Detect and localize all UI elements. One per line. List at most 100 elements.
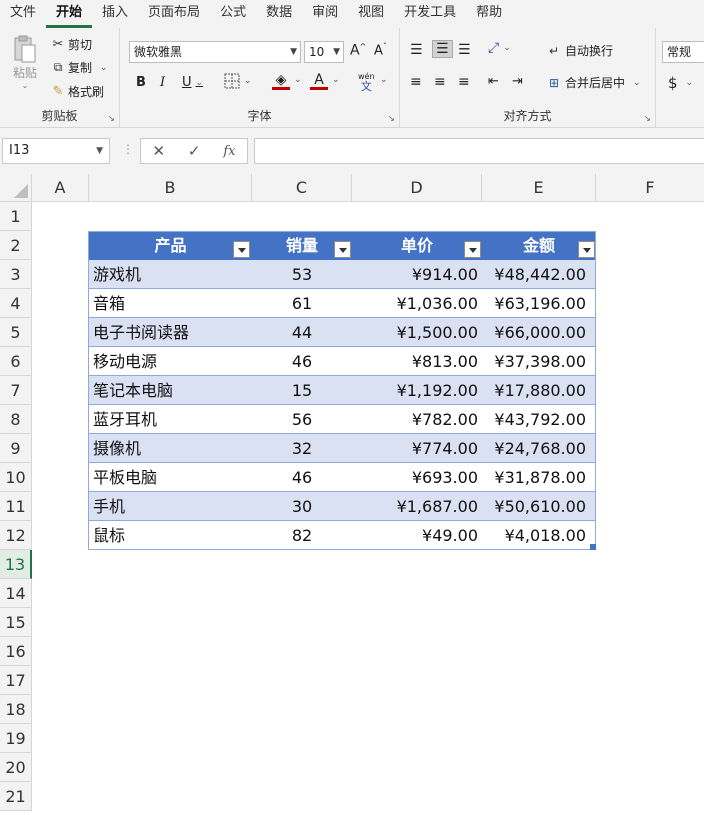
row-header-19[interactable]: 19 [0,724,32,753]
align-left-button[interactable]: ≡ [410,74,422,90]
table-cell[interactable]: 摄像机 [89,434,252,463]
align-top-button[interactable]: ☰ [410,42,423,58]
table-cell[interactable]: 平板电脑 [89,463,252,492]
column-header-b[interactable]: B [89,174,252,202]
increase-font-button[interactable]: A^ [350,42,366,59]
table-cell[interactable]: 游戏机 [89,260,252,289]
table-header-price[interactable]: 单价 [352,231,482,260]
table-cell[interactable]: ¥1,192.00 [352,376,482,405]
borders-dropdown-icon[interactable]: ⌄ [244,76,252,86]
align-center-button[interactable]: ≡ [434,74,446,90]
font-size-select[interactable]: 10 ▼ [304,41,344,63]
currency-dropdown-icon[interactable]: ⌄ [686,78,694,88]
filter-dropdown-icon[interactable] [578,241,595,258]
tab-file[interactable]: 文件 [0,0,46,28]
row-header-21[interactable]: 21 [0,782,32,811]
font-color-button[interactable]: A [310,72,328,90]
font-name-select[interactable]: 微软雅黑 ▼ [129,41,301,63]
row-header-16[interactable]: 16 [0,637,32,666]
increase-indent-button[interactable]: ⇥ [512,74,523,89]
table-cell[interactable]: ¥782.00 [352,405,482,434]
filter-dropdown-icon[interactable] [464,241,481,258]
table-cell[interactable]: ¥1,036.00 [352,289,482,318]
row-header-6[interactable]: 6 [0,347,32,376]
table-cell[interactable]: ¥1,500.00 [352,318,482,347]
row-header-3[interactable]: 3 [0,260,32,289]
alignment-launcher-icon[interactable]: ↘ [643,114,651,124]
table-cell[interactable]: ¥693.00 [352,463,482,492]
table-cell[interactable]: ¥37,398.00 [482,347,596,376]
table-resize-handle[interactable] [590,544,596,550]
table-cell[interactable]: 44 [252,318,352,347]
row-header-20[interactable]: 20 [0,753,32,782]
column-header-a[interactable]: A [32,174,89,202]
orientation-button[interactable]: ⤢ ⌄ [488,40,511,56]
table-cell[interactable]: 手机 [89,492,252,521]
row-header-14[interactable]: 14 [0,579,32,608]
row-header-17[interactable]: 17 [0,666,32,695]
row-header-8[interactable]: 8 [0,405,32,434]
select-all-button[interactable] [0,174,32,202]
table-cell[interactable]: ¥49.00 [352,521,482,550]
fill-color-button[interactable]: ◈ [272,72,290,90]
tab-page-layout[interactable]: 页面布局 [138,0,210,28]
table-cell[interactable]: 电子书阅读器 [89,318,252,347]
name-box[interactable]: I13 ▼ [2,138,110,164]
tab-formulas[interactable]: 公式 [210,0,256,28]
table-cell[interactable]: ¥4,018.00 [482,521,596,550]
tab-home[interactable]: 开始 [46,0,93,28]
underline-button[interactable]: U ⌄ [182,75,203,90]
column-header-e[interactable]: E [482,174,596,202]
enter-icon[interactable]: ✓ [188,142,201,160]
table-cell[interactable]: 15 [252,376,352,405]
align-middle-button[interactable]: ☰ [432,40,453,58]
orientation-dropdown-icon[interactable]: ⌄ [503,43,511,53]
font-launcher-icon[interactable]: ↘ [387,114,395,124]
table-cell[interactable]: ¥50,610.00 [482,492,596,521]
table-cell[interactable]: ¥31,878.00 [482,463,596,492]
row-header-2[interactable]: 2 [0,231,32,260]
paste-dropdown-icon[interactable]: ⌄ [22,81,29,90]
column-header-c[interactable]: C [252,174,352,202]
phonetic-button[interactable]: wén 文 [358,72,375,92]
row-header-7[interactable]: 7 [0,376,32,405]
row-header-12[interactable]: 12 [0,521,32,550]
table-cell[interactable]: ¥63,196.00 [482,289,596,318]
phonetic-dropdown-icon[interactable]: ⌄ [380,75,388,85]
table-cell[interactable]: 46 [252,347,352,376]
row-header-10[interactable]: 10 [0,463,32,492]
row-header-9[interactable]: 9 [0,434,32,463]
tab-help[interactable]: 帮助 [466,0,512,28]
copy-dropdown-icon[interactable]: ⌄ [100,63,108,73]
formula-input[interactable] [254,138,704,164]
borders-button[interactable]: ⌄ [224,73,252,89]
row-header-15[interactable]: 15 [0,608,32,637]
row-header-5[interactable]: 5 [0,318,32,347]
table-cell[interactable]: 音箱 [89,289,252,318]
merge-center-button[interactable]: ⊞ 合并后居中 ⌄ [546,74,641,91]
table-cell[interactable]: 61 [252,289,352,318]
table-cell[interactable]: ¥774.00 [352,434,482,463]
tab-review[interactable]: 审阅 [302,0,348,28]
decrease-font-button[interactable]: Aˇ [374,42,387,58]
font-color-dropdown-icon[interactable]: ⌄ [332,75,340,85]
column-header-f[interactable]: F [596,174,704,202]
filter-dropdown-icon[interactable] [233,241,250,258]
currency-button[interactable]: $ ⌄ [668,74,693,92]
table-cell[interactable]: 46 [252,463,352,492]
underline-dropdown-icon[interactable]: ⌄ [196,78,204,88]
tab-developer[interactable]: 开发工具 [394,0,466,28]
align-bottom-button[interactable]: ☰ [458,42,471,58]
table-cell[interactable]: 32 [252,434,352,463]
row-header-4[interactable]: 4 [0,289,32,318]
row-header-11[interactable]: 11 [0,492,32,521]
clipboard-launcher-icon[interactable]: ↘ [107,114,115,124]
table-cell[interactable]: 30 [252,492,352,521]
merge-dropdown-icon[interactable]: ⌄ [633,78,641,88]
tab-view[interactable]: 视图 [348,0,394,28]
filter-dropdown-icon[interactable] [334,241,351,258]
fill-color-dropdown-icon[interactable]: ⌄ [294,75,302,85]
table-cell[interactable]: 笔记本电脑 [89,376,252,405]
column-header-d[interactable]: D [352,174,482,202]
table-cell[interactable]: ¥17,880.00 [482,376,596,405]
